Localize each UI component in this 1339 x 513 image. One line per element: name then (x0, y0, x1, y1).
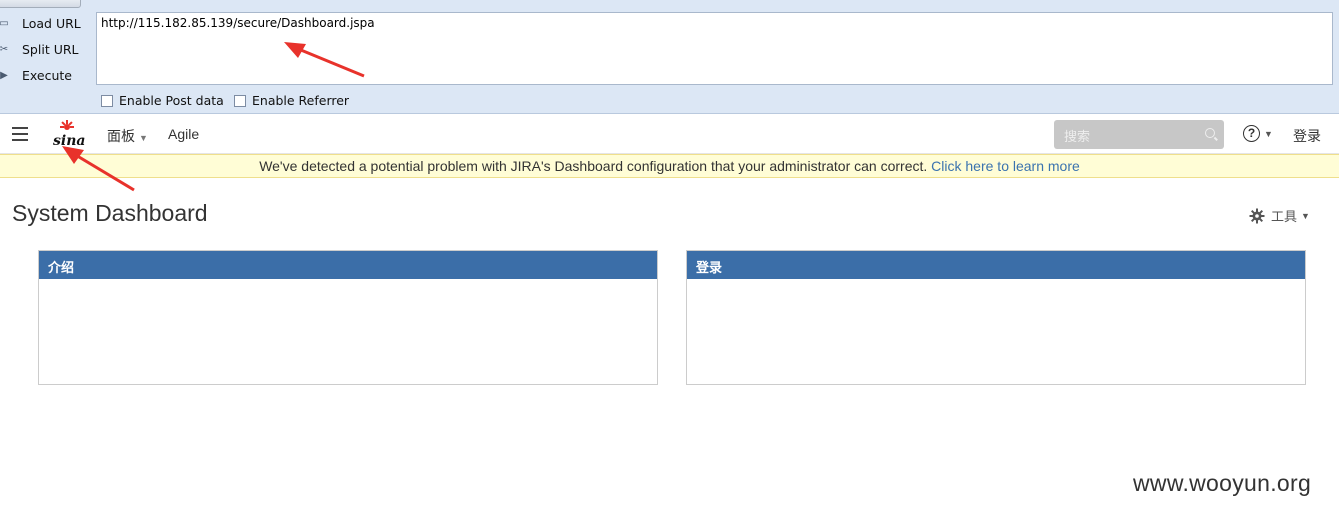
tools-menu[interactable]: 工具 ▼ (1249, 206, 1310, 225)
enable-post-data-checkbox[interactable]: Enable Post data (101, 93, 224, 108)
banner-message: We've detected a potential problem with … (259, 158, 932, 174)
split-url-button[interactable]: ✂ Split URL (0, 38, 88, 60)
learn-more-link[interactable]: Click here to learn more (931, 158, 1080, 174)
execute-button[interactable]: ▶ Execute (0, 64, 88, 86)
gadget-title[interactable]: 介绍 (39, 251, 657, 279)
search-input[interactable]: 搜索 (1054, 120, 1224, 149)
execute-label: Execute (22, 67, 72, 83)
jira-header: sina 面板 ▼ Agile 搜索 ? ▼ 登录 (0, 114, 1339, 154)
gadget-title[interactable]: 登录 (687, 251, 1305, 279)
chevron-down-icon: ▼ (1264, 128, 1273, 139)
enable-referrer-checkbox[interactable]: Enable Referrer (234, 93, 349, 108)
login-link[interactable]: 登录 (1293, 126, 1321, 146)
nav-agile[interactable]: Agile (168, 126, 199, 142)
hackbar-panel: ▭ Load URL ✂ Split URL ▶ Execute http://… (0, 0, 1339, 114)
scissors-icon: ✂ (0, 43, 9, 55)
chevron-down-icon: ▼ (1301, 210, 1310, 221)
checkbox-box[interactable] (101, 94, 113, 107)
sina-logo-text: sina (53, 133, 85, 148)
config-warning-banner: We've detected a potential problem with … (0, 154, 1339, 178)
search-icon (1205, 128, 1215, 138)
page-title: System Dashboard (12, 200, 208, 226)
load-url-button[interactable]: ▭ Load URL (0, 12, 88, 34)
hackbar-top-button[interactable] (0, 0, 81, 8)
watermark: www.wooyun.org (1133, 470, 1312, 496)
gadget-login: 登录 (686, 250, 1306, 385)
gear-icon (1249, 208, 1265, 223)
nav-dashboards-label: 面板 (107, 128, 135, 144)
menu-icon[interactable] (12, 127, 28, 141)
help-icon: ? (1243, 125, 1260, 142)
chevron-down-icon: ▼ (139, 133, 148, 143)
tools-label: 工具 (1271, 209, 1298, 224)
enable-post-data-label: Enable Post data (119, 93, 224, 108)
checkbox-box[interactable] (234, 94, 246, 107)
load-url-icon: ▭ (0, 17, 9, 29)
nav-dashboards[interactable]: 面板 ▼ (107, 126, 148, 146)
load-url-label: Load URL (22, 15, 81, 31)
nav-agile-label: Agile (168, 126, 200, 142)
enable-referrer-label: Enable Referrer (252, 93, 350, 108)
sina-logo[interactable]: sina (52, 120, 86, 148)
split-url-label: Split URL (22, 41, 79, 57)
gadget-intro: 介绍 (38, 250, 658, 385)
play-icon: ▶ (0, 69, 8, 81)
search-placeholder: 搜索 (1064, 129, 1091, 144)
url-input[interactable]: http://115.182.85.139/secure/Dashboard.j… (96, 12, 1333, 85)
help-menu[interactable]: ? ▼ (1243, 125, 1273, 142)
